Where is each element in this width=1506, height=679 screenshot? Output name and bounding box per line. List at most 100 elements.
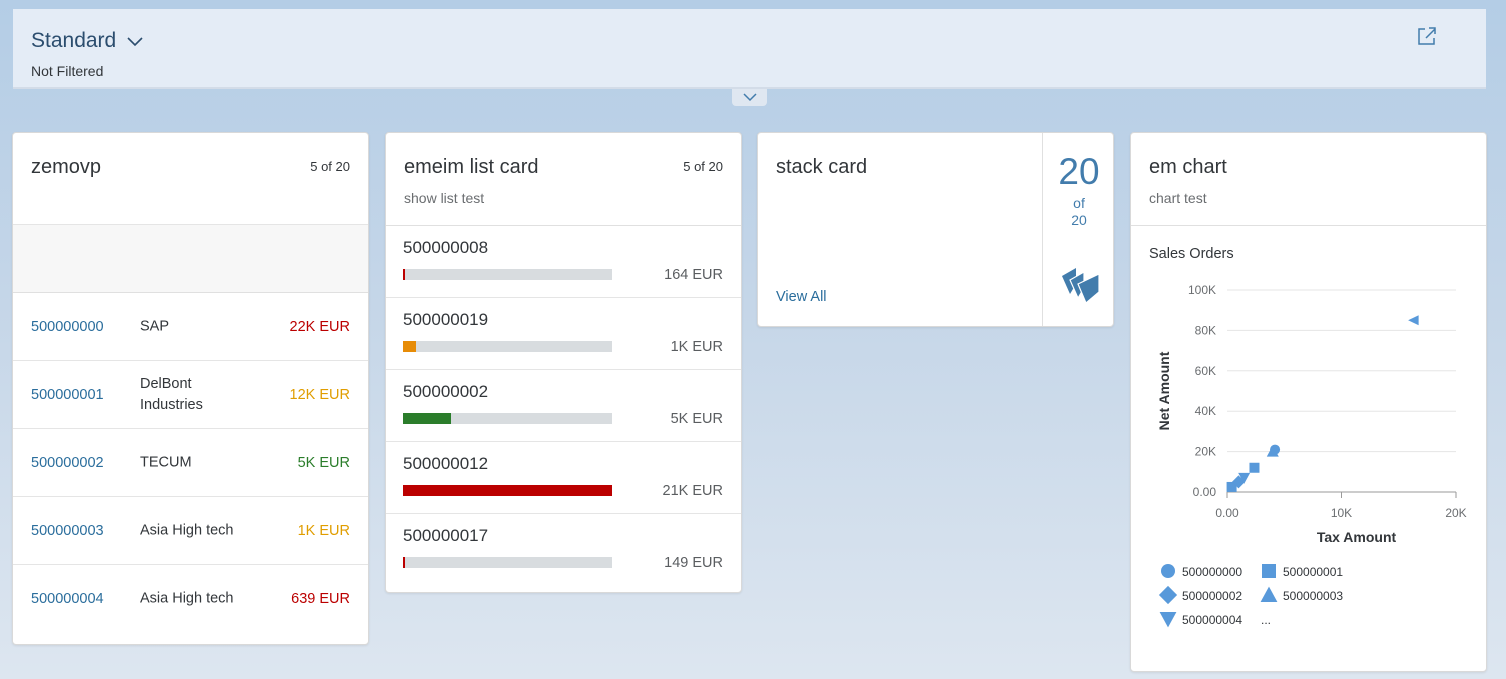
table-row[interactable]: 500000003 Asia High tech 1K EUR	[13, 497, 368, 565]
table-column-header	[13, 225, 368, 293]
row-name: Asia High tech	[140, 522, 234, 538]
scatter-chart[interactable]: 0.00 20K 40K 60K 80K 100K 0.00 10K 20K Tax Amount…	[1131, 273, 1487, 668]
variant-selector[interactable]: Standard	[31, 29, 144, 53]
table-row[interactable]: 500000001 DelBont Industries 12K EUR	[13, 361, 368, 429]
card-header[interactable]: emeim list card show list test 5 of 20	[386, 133, 741, 226]
list-item-amount: 149 EUR	[664, 555, 723, 571]
card-count: 5 of 20	[683, 159, 723, 174]
filter-bar-header: Standard Not Filtered	[13, 9, 1486, 89]
card-title: stack card	[776, 156, 868, 178]
card-subtitle: chart test	[1149, 190, 1207, 206]
chevron-down-icon	[742, 93, 757, 102]
row-amount: 12K EUR	[289, 386, 350, 403]
list-item-id: 500000002	[403, 382, 489, 401]
list-item[interactable]: 500000019 1K EUR	[386, 298, 741, 370]
data-point[interactable]	[1408, 315, 1419, 326]
data-point[interactable]	[1249, 462, 1260, 473]
row-id[interactable]: 500000003	[31, 523, 104, 539]
x-tick-label: 20K	[1445, 506, 1466, 520]
legend-more: ...	[1261, 613, 1271, 627]
list-item[interactable]: 500000002 5K EUR	[386, 370, 741, 442]
progress-bar	[403, 485, 612, 496]
chart-card[interactable]: em chart chart test Sales Orders 0.00 20K…	[1130, 132, 1487, 672]
list-item-id: 500000012	[403, 454, 489, 473]
view-all-link[interactable]: View All	[776, 289, 827, 305]
list-item-amount: 5K EUR	[670, 411, 723, 427]
y-tick-label: 0.00	[1193, 485, 1217, 499]
filter-status: Not Filtered	[31, 63, 104, 79]
list-item-id: 500000017	[403, 526, 489, 545]
row-id[interactable]: 500000000	[31, 319, 104, 335]
list-card[interactable]: emeim list card show list test 5 of 20 5…	[385, 132, 742, 593]
stack-card[interactable]: stack card View All 20 of 20	[757, 132, 1114, 327]
card-title: em chart	[1149, 156, 1227, 178]
legend-marker	[1158, 585, 1178, 605]
progress-bar-fill	[403, 413, 452, 424]
list-item[interactable]: 500000008 164 EUR	[386, 226, 741, 298]
row-name: Asia High tech	[140, 590, 234, 607]
x-tick-label: 0.00	[1215, 506, 1239, 520]
progress-bar	[403, 557, 612, 568]
list-body: 500000008 164 EUR 500000019 1K EUR 500000002…	[386, 226, 741, 586]
stack-count-panel[interactable]: 20 of 20	[1042, 133, 1113, 326]
stack-of-label: of	[1073, 195, 1085, 211]
x-axis-label: Tax Amount	[1317, 529, 1397, 545]
y-tick-label: 100K	[1188, 283, 1216, 297]
list-item-amount: 164 EUR	[664, 267, 723, 283]
x-tick-label: 10K	[1331, 506, 1352, 520]
legend-marker	[1260, 586, 1278, 602]
table-row[interactable]: 500000002 TECUM 5K EUR	[13, 429, 368, 497]
table-row[interactable]: 500000000 SAP 22K EUR	[13, 293, 368, 361]
list-item-id: 500000019	[403, 310, 489, 329]
row-id[interactable]: 500000002	[31, 455, 104, 471]
legend-label: 500000001	[1283, 565, 1343, 579]
variant-name[interactable]: Standard	[31, 29, 116, 53]
progress-bar	[403, 269, 612, 280]
table-card[interactable]: zemovp 5 of 20 500000000 SAP 22K EUR 500000…	[12, 132, 369, 645]
y-tick-label: 40K	[1195, 404, 1216, 418]
chart-title: Sales Orders	[1149, 246, 1234, 262]
card-header[interactable]: em chart chart test	[1131, 133, 1486, 226]
table-row[interactable]: 500000004 Asia High tech 639 EUR	[13, 565, 368, 633]
card-header[interactable]: zemovp 5 of 20	[13, 133, 368, 225]
list-item[interactable]: 500000012 21K EUR	[386, 442, 741, 514]
row-id[interactable]: 500000004	[31, 591, 104, 607]
y-tick-label: 60K	[1195, 364, 1216, 378]
list-item-amount: 1K EUR	[670, 339, 723, 355]
card-count: 5 of 20	[310, 159, 350, 174]
share-icon[interactable]	[1416, 25, 1438, 47]
y-tick-label: 80K	[1195, 323, 1216, 337]
list-item-amount: 21K EUR	[662, 483, 723, 499]
list-item[interactable]: 500000017 149 EUR	[386, 514, 741, 586]
row-amount: 639 EUR	[291, 591, 350, 607]
y-axis-label: Net Amount	[1156, 351, 1172, 430]
row-id[interactable]: 500000001	[31, 387, 104, 403]
row-name: DelBont Industries	[140, 375, 203, 413]
card-title: zemovp	[31, 156, 102, 178]
row-name: SAP	[140, 318, 170, 334]
chevron-down-icon[interactable]	[126, 32, 144, 50]
y-tick-label: 20K	[1195, 445, 1216, 459]
progress-bar-fill	[403, 557, 406, 568]
table-body: 500000000 SAP 22K EUR 500000001 DelBont Indu…	[13, 293, 368, 633]
legend-marker	[1262, 564, 1276, 578]
stack-number: 20	[1058, 151, 1100, 192]
progress-bar-fill	[403, 485, 612, 496]
card-title: emeim list card	[404, 156, 539, 178]
stack-card-main[interactable]: stack card View All	[758, 133, 1042, 326]
expand-header-button[interactable]	[732, 89, 767, 106]
progress-bar-fill	[403, 341, 416, 352]
legend-label: 500000003	[1283, 589, 1343, 603]
legend-marker	[1161, 564, 1175, 578]
progress-bar	[403, 341, 612, 352]
legend-marker	[1159, 612, 1177, 628]
row-amount: 5K EUR	[297, 454, 350, 471]
progress-bar-fill	[403, 269, 406, 280]
card-subtitle: show list test	[404, 190, 485, 206]
row-amount: 1K EUR	[297, 522, 350, 539]
stack-cards-icon[interactable]	[1059, 264, 1101, 306]
list-item-id: 500000008	[403, 238, 489, 257]
legend-label: 500000004	[1182, 613, 1242, 627]
row-name: TECUM	[140, 454, 192, 470]
legend-label: 500000000	[1182, 565, 1242, 579]
